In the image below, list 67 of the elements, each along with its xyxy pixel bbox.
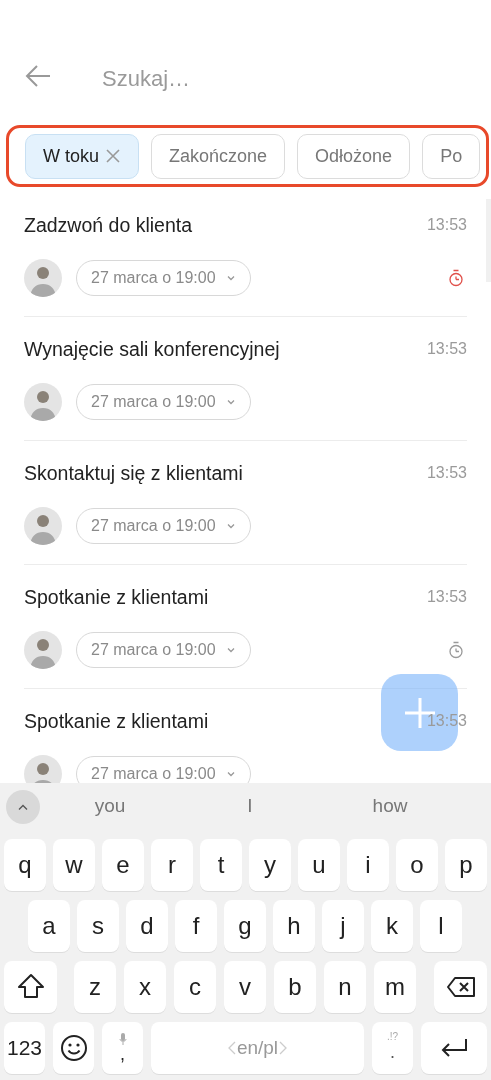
keyboard-key[interactable] — [421, 1022, 487, 1074]
task-time: 13:53 — [426, 339, 467, 359]
keyboard-key[interactable]: m — [374, 961, 416, 1013]
keyboard-key[interactable] — [53, 1022, 94, 1074]
keyboard-key[interactable]: q — [4, 839, 46, 891]
chevron-down-icon — [225, 645, 236, 655]
keyboard-key[interactable]: s — [77, 900, 119, 952]
date-dropdown[interactable]: 27 marca o 19:00 — [76, 384, 251, 420]
chevron-down-icon — [225, 521, 236, 531]
keyboard-key[interactable]: o — [396, 839, 438, 891]
date-dropdown[interactable]: 27 marca o 19:00 — [76, 756, 251, 783]
suggestion-word[interactable]: I — [180, 792, 320, 821]
chevron-down-icon — [225, 273, 236, 283]
task-time: 13:53 — [426, 587, 467, 607]
keyboard-key[interactable]: x — [124, 961, 166, 1013]
keyboard-key[interactable]: z — [74, 961, 116, 1013]
keyboard-key[interactable]: p — [445, 839, 487, 891]
keyboard-key[interactable]: t — [200, 839, 242, 891]
task-title[interactable]: Zadzwoń do klienta — [24, 207, 193, 243]
keyboard-key[interactable]: v — [224, 961, 266, 1013]
task-time: 13:53 — [426, 215, 467, 235]
keyboard-key[interactable]: 123 — [4, 1022, 45, 1074]
keyboard-key[interactable]: g — [224, 900, 266, 952]
filter-chip[interactable]: Odłożone — [297, 133, 411, 179]
keyboard-key[interactable]: j — [322, 900, 364, 952]
keyboard-key[interactable]: f — [175, 900, 217, 952]
keyboard-key[interactable] — [434, 961, 487, 1013]
task-title[interactable]: Spotkanie z klientami — [24, 703, 209, 739]
keyboard-key[interactable]: r — [151, 839, 193, 891]
backspace-icon — [445, 976, 476, 998]
chevron-left-icon — [226, 1040, 237, 1056]
chevron-up-icon — [17, 802, 29, 811]
keyboard-key[interactable]: y — [249, 839, 291, 891]
chevron-right-icon — [278, 1040, 289, 1056]
keyboard-key[interactable]: k — [371, 900, 413, 952]
keyboard-key[interactable]: b — [274, 961, 316, 1013]
date-dropdown[interactable]: 27 marca o 19:00 — [76, 260, 251, 296]
chevron-down-icon — [225, 397, 236, 407]
keyboard-key[interactable]: c — [174, 961, 216, 1013]
keyboard-key[interactable]: a — [28, 900, 70, 952]
enter-icon — [439, 1037, 469, 1059]
task-time: 13:53 — [426, 463, 467, 483]
suggestion-word[interactable]: you — [40, 792, 180, 821]
keyboard-key[interactable]: e — [102, 839, 144, 891]
filter-chip[interactable]: Po — [422, 133, 481, 179]
keyboard-key[interactable]: i — [347, 839, 389, 891]
filter-chip[interactable]: Zakończone — [151, 133, 286, 179]
keyboard-key[interactable]: , — [102, 1022, 143, 1074]
task-title[interactable]: Spotkanie z klientami — [24, 579, 209, 615]
keyboard-key[interactable]: n — [324, 961, 366, 1013]
keyboard-key[interactable]: u — [298, 839, 340, 891]
keyboard-key[interactable]: w — [53, 839, 95, 891]
keyboard-key[interactable]: .!? . — [372, 1022, 413, 1074]
date-dropdown[interactable]: 27 marca o 19:00 — [76, 632, 251, 668]
date-dropdown[interactable]: 27 marca o 19:00 — [76, 508, 251, 544]
keyboard-key[interactable]: l — [420, 900, 462, 952]
suggestion-word[interactable]: how — [320, 792, 460, 821]
task-title[interactable]: Wynajęcie sali konferencyjnej — [24, 331, 280, 367]
keyboard-key[interactable] — [4, 961, 57, 1013]
search-field[interactable]: Szukaj… — [102, 62, 402, 95]
keyboard-key[interactable]: d — [126, 900, 168, 952]
microphone-icon — [118, 1033, 127, 1045]
keyboard-key[interactable]: h — [273, 900, 315, 952]
smiley-icon — [59, 1034, 88, 1062]
chevron-down-icon — [225, 769, 236, 779]
task-title[interactable]: Skontaktuj się z klientami — [24, 455, 243, 491]
filter-chip[interactable]: W toku — [25, 133, 139, 179]
